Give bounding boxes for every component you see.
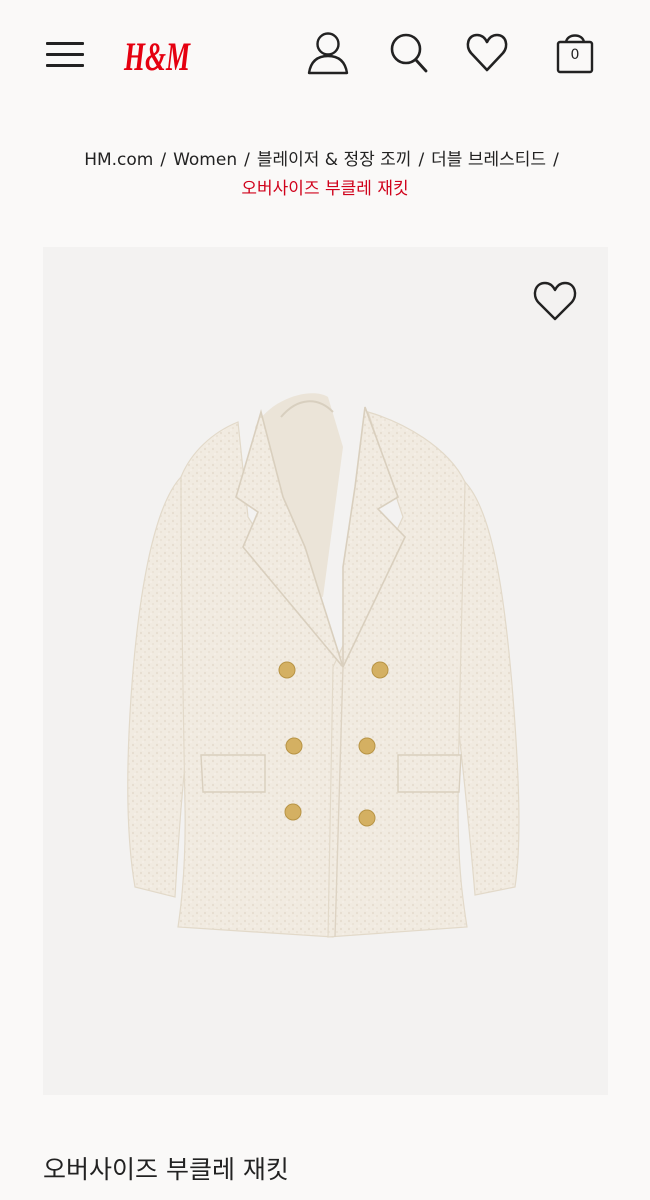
add-to-favorites-button[interactable] <box>530 277 580 325</box>
search-icon <box>390 33 428 73</box>
breadcrumb-separator: / <box>160 150 167 170</box>
heart-icon <box>466 33 508 72</box>
breadcrumb-current: 오버사이즈 부클레 재킷 <box>241 179 409 199</box>
jacket-image <box>127 393 520 938</box>
product-title: 오버사이즈 부클레 재킷 <box>43 1155 289 1184</box>
menu-bar <box>46 42 84 45</box>
breadcrumb-link-blazers[interactable]: 블레이저 & 정장 조끼 <box>257 150 412 170</box>
favorites-button[interactable] <box>463 28 511 78</box>
account-button[interactable] <box>304 28 352 78</box>
product-page: H&M 0 HM.com / Women / 블레이저 & 정장 조끼 / 더블… <box>0 0 650 1200</box>
breadcrumb-line: HM.com / Women / 블레이저 & 정장 조끼 / 더블 브레스티드 / <box>20 146 630 175</box>
breadcrumb-link-home[interactable]: HM.com <box>84 150 153 170</box>
logo-text: H&M <box>123 34 191 78</box>
cart-button[interactable]: 0 <box>551 28 599 78</box>
menu-bar <box>46 64 84 67</box>
breadcrumb-link-double-breasted[interactable]: 더블 브레스티드 <box>431 150 546 170</box>
menu-bar <box>46 53 84 56</box>
hm-logo[interactable]: H&M <box>122 30 192 79</box>
product-image[interactable] <box>43 247 608 1095</box>
breadcrumb: HM.com / Women / 블레이저 & 정장 조끼 / 더블 브레스티드 / 오버사이… <box>20 146 630 204</box>
heart-icon <box>533 281 577 321</box>
breadcrumb-link-women[interactable]: Women <box>173 150 237 170</box>
cart-count-badge: 0 <box>570 47 580 63</box>
breadcrumb-separator: / <box>418 150 425 170</box>
menu-icon[interactable] <box>46 40 84 68</box>
user-icon <box>307 32 349 75</box>
search-button[interactable] <box>384 28 432 78</box>
breadcrumb-separator: / <box>553 150 559 170</box>
site-header: H&M 0 <box>0 0 650 110</box>
breadcrumb-separator: / <box>244 150 250 170</box>
hm-logo-mark: H&M <box>123 34 191 79</box>
